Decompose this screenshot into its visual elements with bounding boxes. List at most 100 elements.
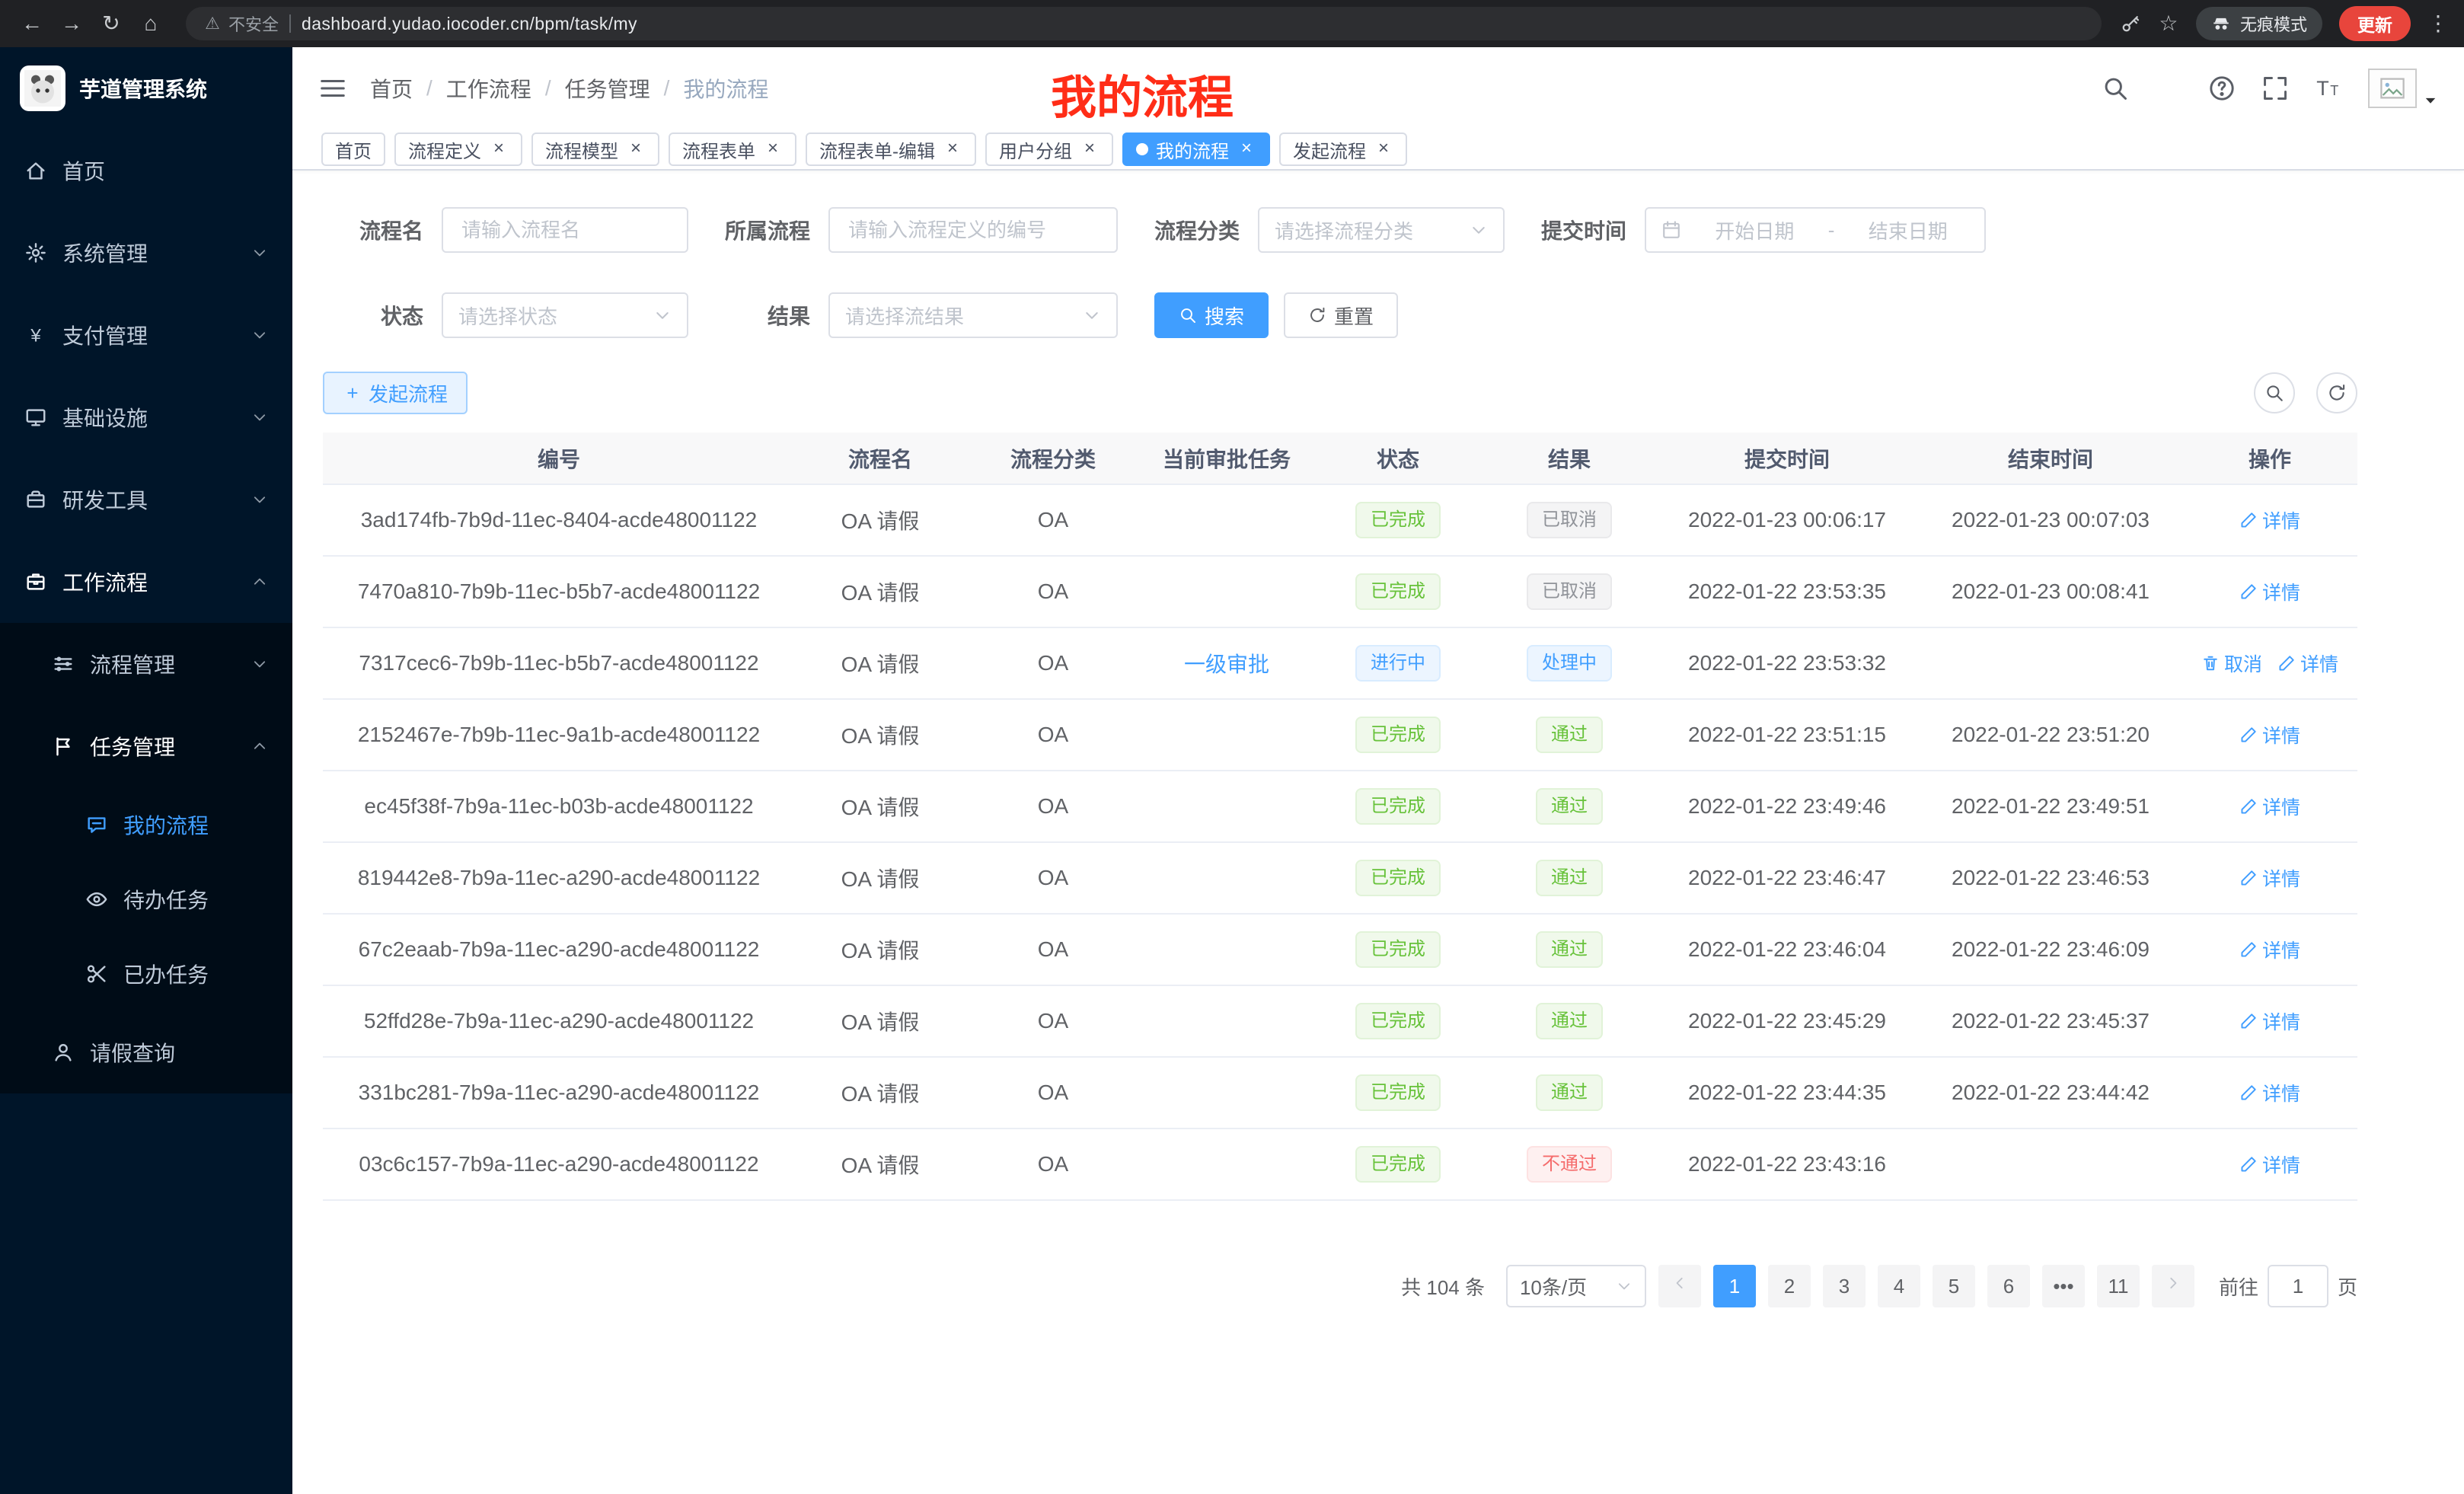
start-process-button[interactable]: + 发起流程	[323, 372, 468, 414]
browser-home-icon[interactable]: ⌂	[134, 7, 168, 40]
sidebar-item[interactable]: 待办任务	[0, 862, 292, 937]
cell-process-id: 331bc281-7b9a-11ec-a290-acde48001122	[323, 1057, 795, 1128]
current-task-link[interactable]: 一级审批	[1184, 653, 1269, 676]
close-icon[interactable]: ×	[489, 139, 509, 159]
page-button[interactable]: 2	[1768, 1265, 1811, 1307]
address-bar[interactable]: ⚠ 不安全 dashboard.yudao.iocoder.cn/bpm/tas…	[186, 7, 2102, 40]
table-row: ec45f38f-7b9a-11ec-b03b-acde48001122OA 请…	[323, 771, 2357, 842]
close-icon[interactable]: ×	[626, 139, 646, 159]
cell-end-time: 2022-01-22 23:46:09	[1919, 914, 2182, 985]
close-icon[interactable]: ×	[1080, 139, 1100, 159]
action-label: 详情	[2262, 793, 2300, 820]
sidebar-item[interactable]: 首页	[0, 129, 292, 212]
incognito-label: 无痕模式	[2240, 11, 2307, 36]
process-name-input[interactable]	[442, 207, 688, 253]
cell-result: 通过	[1483, 842, 1655, 914]
detail-link[interactable]: 详情	[2239, 506, 2300, 534]
detail-link[interactable]: 详情	[2239, 1079, 2300, 1106]
sidebar-item[interactable]: 请假查询	[0, 1011, 292, 1093]
user-avatar[interactable]	[2368, 69, 2438, 108]
breadcrumb-item[interactable]: 工作流程	[446, 73, 531, 104]
breadcrumb-item[interactable]: 任务管理	[565, 73, 650, 104]
page-size-select[interactable]: 10条/页	[1506, 1265, 1646, 1307]
github-icon[interactable]	[2155, 75, 2182, 102]
fullscreen-icon[interactable]	[2261, 75, 2289, 102]
tab-item[interactable]: 发起流程×	[1279, 132, 1407, 166]
status-tag: 进行中	[1355, 645, 1441, 682]
page-button[interactable]: 4	[1878, 1265, 1920, 1307]
status-tag: 已完成	[1355, 860, 1441, 896]
show-search-button[interactable]	[2254, 372, 2295, 413]
page-button[interactable]: 1	[1713, 1265, 1756, 1307]
close-icon[interactable]: ×	[763, 139, 783, 159]
help-icon[interactable]	[2208, 75, 2236, 102]
detail-link[interactable]: 详情	[2239, 578, 2300, 605]
breadcrumb-item[interactable]: 首页	[370, 73, 413, 104]
browser-forward-icon[interactable]: →	[55, 7, 88, 40]
caret-down-icon	[2423, 93, 2438, 108]
detail-link[interactable]: 详情	[2239, 793, 2300, 820]
tab-item[interactable]: 首页	[321, 132, 385, 166]
cancel-link[interactable]: 取消	[2201, 650, 2262, 677]
detail-link[interactable]: 详情	[2239, 721, 2300, 749]
detail-link[interactable]: 详情	[2239, 1151, 2300, 1178]
tab-item[interactable]: 流程表单×	[669, 132, 796, 166]
refresh-table-button[interactable]	[2316, 372, 2357, 413]
search-icon[interactable]	[2102, 75, 2129, 102]
reset-button[interactable]: 重置	[1284, 292, 1398, 338]
password-key-icon[interactable]	[2120, 13, 2141, 34]
prev-page-button[interactable]	[1658, 1265, 1701, 1307]
sidebar-item[interactable]: 我的流程	[0, 787, 292, 862]
tab-item[interactable]: 流程表单-编辑×	[806, 132, 976, 166]
detail-link[interactable]: 详情	[2239, 864, 2300, 892]
goto-page-input[interactable]	[2268, 1265, 2328, 1307]
page-button[interactable]: 11	[2097, 1265, 2140, 1307]
collapse-sidebar-icon[interactable]	[318, 74, 347, 103]
next-page-button[interactable]	[2152, 1265, 2194, 1307]
sidebar-item[interactable]: 研发工具	[0, 458, 292, 541]
browser-menu-icon[interactable]: ⋮	[2427, 13, 2449, 34]
tab-label: 首页	[335, 136, 372, 163]
detail-link[interactable]: 详情	[2277, 650, 2338, 677]
search-button[interactable]: 搜索	[1154, 292, 1269, 338]
sidebar-item[interactable]: 系统管理	[0, 212, 292, 294]
process-def-input[interactable]	[828, 207, 1118, 253]
bookmark-star-icon[interactable]: ☆	[2158, 13, 2179, 34]
close-icon[interactable]: ×	[1237, 139, 1256, 159]
page-button[interactable]: •••	[2042, 1265, 2085, 1307]
browser-back-icon[interactable]: ←	[15, 7, 49, 40]
result-select[interactable]: 请选择流结果	[828, 292, 1118, 338]
sidebar-item[interactable]: ¥支付管理	[0, 294, 292, 376]
page-button[interactable]: 5	[1933, 1265, 1975, 1307]
cell-actions: 详情	[2182, 771, 2357, 842]
close-icon[interactable]: ×	[1374, 139, 1393, 159]
tab-item[interactable]: 流程模型×	[531, 132, 659, 166]
status-select[interactable]: 请选择状态	[442, 292, 688, 338]
update-button[interactable]: 更新	[2339, 6, 2411, 41]
tab-item[interactable]: 用户分组×	[985, 132, 1113, 166]
svg-text:T: T	[2330, 83, 2338, 98]
app-logo[interactable]: 芋道管理系统	[0, 47, 292, 129]
sidebar-item[interactable]: 工作流程	[0, 541, 292, 623]
cell-end-time: 2022-01-23 00:07:03	[1919, 484, 2182, 556]
sidebar-item[interactable]: 基础设施	[0, 376, 292, 458]
tab-item[interactable]: 流程定义×	[394, 132, 522, 166]
cell-process-id: 7317cec6-7b9b-11ec-b5b7-acde48001122	[323, 627, 795, 699]
sidebar-item[interactable]: 流程管理	[0, 623, 292, 705]
tab-item[interactable]: 我的流程×	[1122, 132, 1270, 166]
close-icon[interactable]: ×	[943, 139, 962, 159]
cell-status: 已完成	[1313, 985, 1483, 1057]
chevron-down-icon	[251, 409, 268, 426]
detail-link[interactable]: 详情	[2239, 1007, 2300, 1035]
sidebar-item[interactable]: 已办任务	[0, 937, 292, 1011]
cell-submit-time: 2022-01-23 00:06:17	[1655, 484, 1919, 556]
detail-link[interactable]: 详情	[2239, 936, 2300, 963]
sidebar-item[interactable]: 任务管理	[0, 705, 292, 787]
browser-reload-icon[interactable]: ↻	[94, 7, 128, 40]
page-button[interactable]: 6	[1987, 1265, 2030, 1307]
refresh-icon	[2327, 383, 2347, 403]
date-range-picker[interactable]: 开始日期 - 结束日期	[1645, 207, 1986, 253]
page-button[interactable]: 3	[1823, 1265, 1866, 1307]
category-select[interactable]: 请选择流程分类	[1258, 207, 1505, 253]
font-size-icon[interactable]: TT	[2315, 75, 2342, 102]
